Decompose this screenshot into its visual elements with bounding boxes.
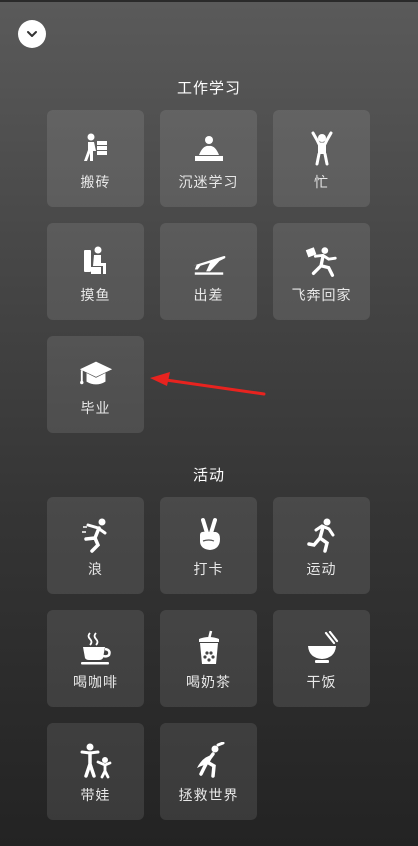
tile-label: 喝奶茶 — [186, 675, 231, 691]
collapse-button[interactable] — [18, 20, 46, 48]
status-tile-graduation[interactable]: 毕业 — [47, 336, 144, 433]
status-tile-running-home[interactable]: 飞奔回家 — [273, 223, 370, 320]
status-tile-busy[interactable]: 忙 — [273, 110, 370, 207]
tile-label: 带娃 — [80, 788, 111, 804]
status-tile-check-in[interactable]: 打卡 — [160, 497, 257, 594]
section-title-activities: 活动 — [192, 466, 225, 484]
status-tile-slacking[interactable]: 摸鱼 — [47, 223, 144, 320]
red-arrow-annotation — [150, 372, 266, 396]
tile-label: 运动 — [306, 562, 337, 578]
graduation-cap-icon — [78, 356, 114, 392]
status-tile-exercise[interactable]: 运动 — [273, 497, 370, 594]
tile-label: 打卡 — [193, 562, 224, 578]
airplane-icon — [191, 243, 227, 279]
tile-label: 沉迷学习 — [178, 175, 239, 191]
carry-bricks-icon — [78, 130, 114, 166]
coffee-cup-icon — [78, 630, 114, 666]
busy-icon — [304, 130, 340, 166]
tile-label: 出差 — [193, 288, 224, 304]
status-tile-save-world[interactable]: 拯救世界 — [160, 723, 257, 820]
tile-label: 摸鱼 — [80, 288, 111, 304]
tile-label: 拯救世界 — [178, 788, 239, 804]
running-person-icon — [304, 517, 340, 553]
section-title-work-study: 工作学习 — [176, 79, 241, 97]
status-tile-carry-bricks[interactable]: 搬砖 — [47, 110, 144, 207]
tile-label: 忙 — [314, 175, 329, 191]
status-tile-coffee[interactable]: 喝咖啡 — [47, 610, 144, 707]
status-tile-parenting[interactable]: 带娃 — [47, 723, 144, 820]
status-tile-milk-tea[interactable]: 喝奶茶 — [160, 610, 257, 707]
top-border — [0, 0, 418, 2]
bubble-tea-icon — [191, 630, 227, 666]
tile-label: 喝咖啡 — [73, 675, 118, 691]
status-tile-studying[interactable]: 沉迷学习 — [160, 110, 257, 207]
tile-label: 浪 — [88, 562, 103, 578]
chevron-down-icon — [27, 31, 37, 37]
slacking-icon — [78, 243, 114, 279]
status-tile-business-trip[interactable]: 出差 — [160, 223, 257, 320]
running-home-icon — [304, 243, 340, 279]
tile-label: 搬砖 — [80, 175, 111, 191]
jumping-person-icon — [78, 517, 114, 553]
status-tile-eat[interactable]: 干饭 — [273, 610, 370, 707]
tile-label: 干饭 — [306, 675, 337, 691]
parent-child-icon — [78, 743, 114, 779]
status-tile-wander[interactable]: 浪 — [47, 497, 144, 594]
tile-label: 毕业 — [80, 401, 111, 417]
rice-bowl-icon — [304, 630, 340, 666]
studying-icon — [191, 130, 227, 166]
victory-hand-icon — [191, 517, 227, 553]
tile-label: 飞奔回家 — [291, 288, 352, 304]
superhero-icon — [191, 742, 227, 779]
